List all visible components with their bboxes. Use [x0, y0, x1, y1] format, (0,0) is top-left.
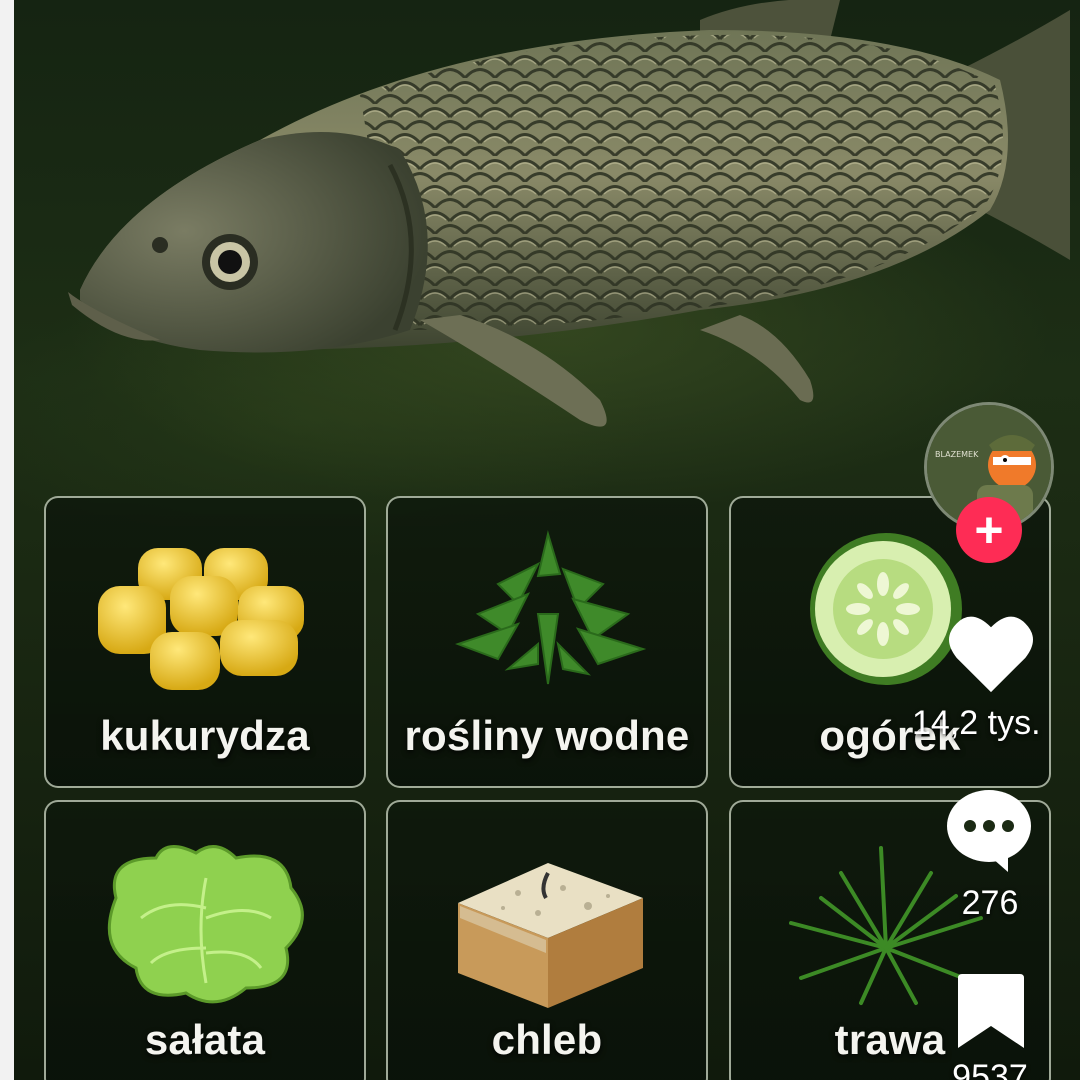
- bread-icon: [458, 863, 643, 1008]
- like-heart-icon[interactable]: [944, 612, 1038, 696]
- option-label: kukurydza: [100, 712, 310, 759]
- bookmark-icon[interactable]: [958, 974, 1024, 1048]
- like-count: 14,2 tys.: [912, 704, 1041, 742]
- follow-button[interactable]: +: [956, 497, 1022, 563]
- save-count: 9537: [952, 1058, 1028, 1080]
- option-label: chleb: [491, 1016, 603, 1063]
- corn-icon: [98, 548, 304, 690]
- comment-count: 276: [961, 884, 1019, 922]
- option-card-lettuce[interactable]: sałata: [44, 800, 366, 1080]
- screen-edge: [0, 0, 14, 1080]
- comment-icon[interactable]: [946, 788, 1032, 872]
- option-label: rośliny wodne: [404, 712, 690, 759]
- water-plant-icon: [455, 530, 647, 685]
- video-screen[interactable]: kukurydza rośliny wodne ogórek sałata ch…: [0, 0, 1080, 1080]
- plus-icon: +: [974, 502, 1004, 558]
- lettuce-icon: [107, 845, 304, 1004]
- option-label: sałata: [144, 1016, 266, 1063]
- grass-carp-image: [68, 0, 1070, 427]
- option-card-bread[interactable]: chleb: [386, 800, 708, 1080]
- option-card-corn[interactable]: kukurydza: [44, 496, 366, 788]
- svg-text:BLAZEMEK: BLAZEMEK: [935, 450, 979, 459]
- option-card-water-plants[interactable]: rośliny wodne: [386, 496, 708, 788]
